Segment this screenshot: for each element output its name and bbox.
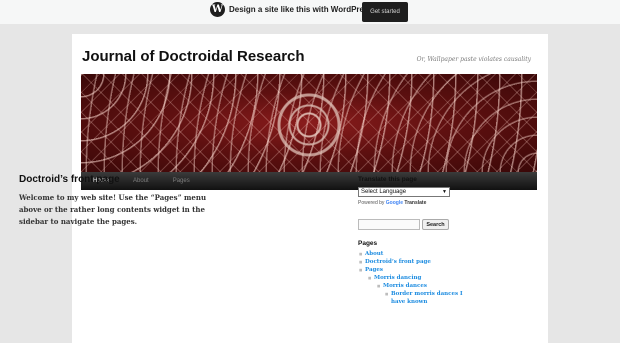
post-body: Welcome to my web site! Use the “Pages” … <box>19 193 207 226</box>
get-started-button[interactable]: Get started <box>362 2 408 22</box>
page-link-front-page[interactable]: Doctroid’s front page <box>359 258 468 266</box>
pages-widget-title: Pages <box>358 240 378 247</box>
page-link-morris-dances[interactable]: Morris dances <box>377 282 468 290</box>
powered-by-google-translate[interactable]: Powered by Google Translate <box>358 200 468 206</box>
page-link-about[interactable]: About <box>359 250 468 258</box>
pages-list: About Doctroid’s front page Pages Morris… <box>358 250 468 306</box>
wordpress-logo-icon[interactable]: W <box>210 2 225 17</box>
translate-label: Translate <box>404 200 427 206</box>
nav-item-about[interactable]: About <box>121 172 161 190</box>
post-title: Doctroid’s front page <box>19 174 120 185</box>
page-link-morris-dancing[interactable]: Morris dancing <box>368 274 468 282</box>
page-link-pages[interactable]: Pages <box>359 266 468 274</box>
nav-item-pages[interactable]: Pages <box>161 172 202 190</box>
wordpress-banner: W Design a site like this with WordPress… <box>0 0 620 24</box>
page-container: Journal of Doctroidal Research Or, Wallp… <box>72 34 548 343</box>
chevron-down-icon: ▼ <box>442 189 447 195</box>
search-input[interactable] <box>358 219 420 230</box>
wordpress-banner-content: W Design a site like this with WordPress… <box>210 2 408 22</box>
site-title[interactable]: Journal of Doctroidal Research <box>82 48 305 65</box>
site-description: Or, Wallpaper paste violates causality <box>416 56 531 63</box>
search-button[interactable]: Search <box>422 219 449 230</box>
main-navigation: Home About Pages <box>81 172 537 190</box>
search-form: Search <box>358 219 468 230</box>
page-link-border-morris-dances-cont[interactable]: have known <box>391 298 468 306</box>
page-link-border-morris-dances[interactable]: Border morris dances I <box>385 290 468 298</box>
google-logo: Google <box>385 200 404 206</box>
language-select[interactable]: Select Language ▼ <box>358 187 450 197</box>
translate-widget-title: Translate this page <box>358 176 417 183</box>
sidebar: Translate this page Select Language ▼ Po… <box>358 176 468 306</box>
header-image[interactable] <box>81 74 537 172</box>
powered-by-label: Powered by <box>358 200 385 206</box>
language-select-value: Select Language <box>361 189 407 195</box>
